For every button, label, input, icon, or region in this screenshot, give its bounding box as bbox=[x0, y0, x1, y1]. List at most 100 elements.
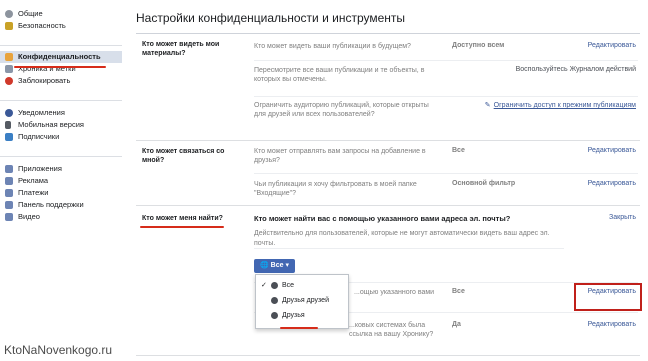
sidebar-item-apps[interactable]: Приложения bbox=[0, 163, 122, 175]
sidebar-item-label: Заблокировать bbox=[18, 76, 71, 85]
dropdown-option-label: Друзья друзей bbox=[282, 297, 329, 304]
row-question: Ограничить аудиторию публикаций, которые… bbox=[254, 102, 429, 118]
sidebar-group-apps: Приложения Реклама Платежи Панель поддер… bbox=[0, 163, 122, 223]
row-value: Да bbox=[452, 321, 461, 328]
globe-icon bbox=[5, 109, 13, 117]
sidebar-item-label: Платежи bbox=[18, 188, 49, 197]
globe-icon: 🌐 bbox=[260, 262, 269, 269]
row-divider bbox=[254, 96, 638, 97]
panel-description: Действительно для пользователей, которые… bbox=[254, 230, 550, 247]
row-question: Пересмотрите все ваши публикации и те об… bbox=[254, 67, 425, 83]
dropdown-option-everyone[interactable]: ✓ Все bbox=[256, 279, 348, 292]
settings-row: Кто может отправлять вам запросы на доба… bbox=[254, 147, 638, 173]
sidebar-divider bbox=[0, 100, 122, 101]
dropdown-option-friends[interactable]: Друзья bbox=[256, 309, 348, 322]
sidebar-item-followers[interactable]: Подписчики bbox=[0, 131, 122, 143]
row-question: Чьи публикации я хочу фильтровать в моей… bbox=[254, 181, 417, 197]
edit-link[interactable]: Редактировать bbox=[588, 321, 636, 328]
watermark: KtoNaNovenkogo.ru bbox=[4, 343, 113, 357]
globe-icon bbox=[271, 282, 278, 289]
sidebar-item-timeline[interactable]: Хроника и метки bbox=[0, 63, 122, 75]
row-divider bbox=[254, 248, 564, 249]
sidebar-item-support[interactable]: Панель поддержки bbox=[0, 199, 122, 211]
audience-dropdown: ✓ Все Друзья друзей Друзья bbox=[255, 274, 349, 329]
section-divider bbox=[136, 355, 640, 356]
row-divider bbox=[254, 60, 638, 61]
sidebar-item-security[interactable]: Безопасность bbox=[0, 20, 122, 32]
settings-row: Кто может видеть ваши публикации в будущ… bbox=[254, 42, 638, 60]
sidebar-item-label: Уведомления bbox=[18, 108, 65, 117]
audience-select-value: Все bbox=[270, 262, 284, 269]
sidebar-item-label: Панель поддержки bbox=[18, 200, 84, 209]
panel-question: Кто может найти вас с помощью указанного… bbox=[254, 214, 511, 223]
section-who-can-contact: Кто может связаться со мной? Кто может о… bbox=[136, 141, 640, 205]
sidebar-item-general[interactable]: Общие bbox=[0, 8, 122, 20]
sidebar-item-video[interactable]: Видео bbox=[0, 211, 122, 223]
sidebar-divider bbox=[0, 156, 122, 157]
section-label: Кто может связаться со мной? bbox=[142, 148, 225, 164]
section-label: Кто может видеть мои материалы? bbox=[142, 41, 220, 57]
dropdown-option-label: Все bbox=[282, 282, 295, 289]
sidebar-item-label: Приложения bbox=[18, 164, 62, 173]
shield-icon bbox=[5, 22, 13, 30]
row-question: Кто может отправлять вам запросы на доба… bbox=[254, 148, 426, 164]
settings-row: Пересмотрите все ваши публикации и те об… bbox=[254, 66, 638, 94]
sidebar-item-label: Общие bbox=[18, 9, 43, 18]
sidebar-group-notifications: Уведомления Мобильная версия Подписчики bbox=[0, 107, 122, 143]
friends-icon bbox=[271, 312, 278, 319]
limit-past-posts-label: Ограничить доступ к прежним публикациям bbox=[493, 102, 636, 109]
gear-icon bbox=[5, 10, 13, 18]
row-value: Доступно всем bbox=[452, 42, 505, 49]
dropdown-option-friends-of-friends[interactable]: Друзья друзей bbox=[256, 294, 348, 307]
close-link[interactable]: Закрыть bbox=[609, 214, 636, 221]
settings-sidebar: Общие Безопасность Конфиденциальность Хр… bbox=[0, 0, 122, 361]
rss-icon bbox=[5, 133, 13, 141]
settings-row: Ограничить аудиторию публикаций, которые… bbox=[254, 101, 638, 137]
edit-link[interactable]: Редактировать bbox=[588, 147, 636, 154]
row-divider bbox=[254, 173, 638, 174]
checkmark-icon: ✓ bbox=[261, 282, 267, 289]
activity-log-link[interactable]: Воспользуйтесь Журналом действий bbox=[516, 66, 636, 73]
sidebar-item-blocking[interactable]: Заблокировать bbox=[0, 75, 122, 87]
edit-link[interactable]: Редактировать bbox=[588, 42, 636, 49]
page-title: Настройки конфиденциальности и инструмен… bbox=[136, 11, 406, 25]
dropdown-option-label: Друзья bbox=[282, 312, 305, 319]
chevron-down-icon: ▾ bbox=[285, 262, 289, 269]
sidebar-item-label: Конфиденциальность bbox=[18, 52, 101, 61]
sidebar-item-label: Безопасность bbox=[18, 21, 66, 30]
section-label: Кто может меня найти? bbox=[142, 215, 223, 222]
pencil-icon: ✎ bbox=[484, 102, 491, 109]
row-question: ...ковых системах была ссылка на вашу Хр… bbox=[349, 322, 434, 338]
annotation-underline-find bbox=[140, 226, 224, 228]
sidebar-group-privacy: Конфиденциальность Хроника и метки Забло… bbox=[0, 51, 122, 87]
sidebar-item-label: Подписчики bbox=[18, 132, 60, 141]
row-value: Все bbox=[452, 147, 465, 154]
row-value: Все bbox=[452, 288, 465, 295]
row-question: Кто может видеть ваши публикации в будущ… bbox=[254, 43, 411, 50]
sidebar-item-privacy[interactable]: Конфиденциальность bbox=[0, 51, 122, 63]
sidebar-group-account: Общие Безопасность bbox=[0, 8, 122, 32]
section-who-can-find: Кто может меня найти? Кто может найти ва… bbox=[136, 206, 642, 356]
row-question: ...ощью указанного вами bbox=[354, 289, 435, 296]
limit-past-posts-link[interactable]: ✎ Ограничить доступ к прежним публикациям bbox=[485, 101, 636, 109]
payments-icon bbox=[5, 189, 13, 197]
annotation-underline-friends bbox=[280, 327, 318, 329]
mobile-icon bbox=[5, 121, 11, 129]
audience-select-button[interactable]: 🌐 Все ▾ bbox=[254, 259, 295, 273]
settings-row: Чьи публикации я хочу фильтровать в моей… bbox=[254, 180, 638, 204]
sidebar-item-ads[interactable]: Реклама bbox=[0, 175, 122, 187]
sidebar-item-payments[interactable]: Платежи bbox=[0, 187, 122, 199]
lock-icon bbox=[5, 53, 13, 61]
sidebar-item-mobile[interactable]: Мобильная версия bbox=[0, 119, 122, 131]
section-who-can-see: Кто может видеть мои материалы? Кто може… bbox=[136, 34, 640, 140]
sidebar-item-label: Видео bbox=[18, 212, 40, 221]
edit-link[interactable]: Редактировать bbox=[588, 180, 636, 187]
support-icon bbox=[5, 201, 13, 209]
ads-icon bbox=[5, 177, 13, 185]
annotation-box-edit bbox=[574, 283, 642, 311]
video-icon bbox=[5, 213, 13, 221]
apps-icon bbox=[5, 165, 13, 173]
sidebar-item-notifications[interactable]: Уведомления bbox=[0, 107, 122, 119]
friends-of-friends-icon bbox=[271, 297, 278, 304]
privacy-settings-main: Настройки конфиденциальности и инструмен… bbox=[122, 0, 648, 361]
